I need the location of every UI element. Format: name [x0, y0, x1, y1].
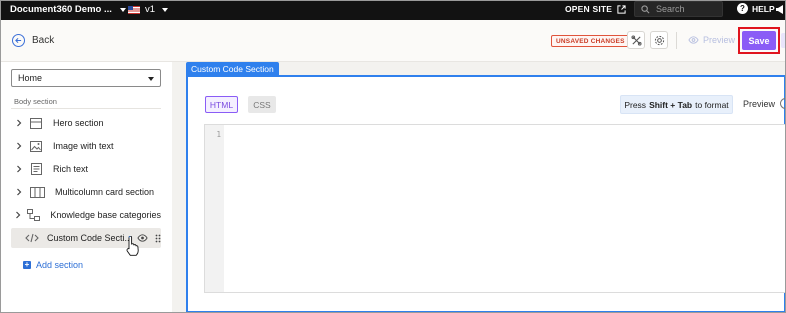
layout-rows-icon [29, 117, 43, 129]
drag-dots-icon [155, 234, 161, 242]
version-switcher[interactable]: v1 [128, 4, 169, 15]
more-options-button[interactable] [781, 33, 786, 48]
preview-toggle-label: Preview [743, 98, 776, 109]
editor-header: Back UNSAVED CHANGES Preview [0, 20, 786, 62]
tools-icon [630, 34, 642, 46]
section-divider [11, 108, 161, 109]
settings-button[interactable] [650, 31, 668, 49]
us-flag-icon [128, 5, 140, 14]
chevron-right-icon[interactable] [13, 119, 25, 127]
sidebar-item-label: Rich text [53, 164, 89, 174]
columns-icon [29, 186, 45, 198]
sidebar-item-rich-text[interactable]: Rich text [11, 159, 161, 179]
chevron-right-icon[interactable] [13, 165, 25, 173]
chevron-down-icon [162, 7, 169, 12]
save-button[interactable]: Save [742, 31, 776, 50]
sidebar-item-image-with-text[interactable]: Image with text [11, 136, 161, 156]
chevron-right-icon[interactable] [13, 211, 23, 219]
chevron-right-icon[interactable] [13, 142, 25, 150]
version-label: v1 [145, 4, 156, 15]
sidebar-item-label: Knowledge base categories [50, 210, 161, 220]
tab-html[interactable]: HTML [205, 96, 238, 113]
external-link-icon [617, 4, 626, 14]
arrow-left-icon [12, 34, 25, 47]
tools-button[interactable] [627, 31, 645, 49]
tab-css[interactable]: CSS [248, 96, 276, 113]
eye-icon [688, 36, 699, 44]
chevron-down-icon [119, 7, 126, 12]
megaphone-icon[interactable] [775, 4, 785, 15]
format-hint-keys: Shift + Tab [649, 99, 693, 110]
page-select-value: Home [18, 73, 43, 83]
format-hint-suffix: to format [695, 99, 729, 110]
plus-icon: + [23, 260, 31, 269]
chevron-down-icon [148, 77, 154, 81]
line-gutter: 1 [205, 125, 224, 292]
help-icon: ? [737, 3, 748, 14]
chevron-right-icon[interactable] [13, 188, 25, 196]
sidebar-item-hero-section[interactable]: Hero section [11, 113, 161, 133]
image-icon [29, 140, 43, 152]
sidebar-item-label: Image with text [53, 141, 114, 151]
hand-pointer-icon [126, 236, 139, 256]
search-input[interactable]: Search [634, 1, 723, 17]
search-icon [641, 4, 650, 13]
preview-button[interactable]: Preview [688, 35, 735, 45]
open-site-link[interactable]: OPEN SITE [565, 4, 626, 14]
sidebar-item-multicolumn-card-section[interactable]: Multicolumn card section [11, 182, 161, 202]
hierarchy-icon [27, 209, 41, 221]
code-editor[interactable]: 1 [204, 124, 786, 293]
format-hint-prefix: Press [624, 99, 647, 110]
add-section-label: Add section [36, 260, 84, 270]
preview-label: Preview [703, 35, 736, 45]
sidebar-item-label: Custom Code Secti... [47, 233, 133, 243]
sidebar-item-label: Hero section [53, 118, 104, 128]
body-section-label: Body section [14, 97, 57, 106]
panel-title-tab: Custom Code Section [186, 62, 279, 76]
help-label: HELP [752, 3, 775, 14]
preview-toggle[interactable]: Preview [743, 98, 786, 109]
page-select[interactable]: Home [11, 69, 161, 87]
back-label: Back [32, 35, 55, 46]
gear-icon [654, 35, 664, 45]
project-name: Document360 Demo ... [10, 4, 112, 15]
toggle-switch[interactable] [780, 98, 786, 109]
project-switcher[interactable]: Document360 Demo ... [10, 4, 126, 15]
add-section-button[interactable]: + Add section [23, 260, 83, 270]
sidebar-item-knowledge-base-categories[interactable]: Knowledge base categories [11, 205, 161, 225]
header-divider [676, 32, 677, 49]
back-button[interactable]: Back [12, 34, 54, 47]
line-number: 1 [216, 130, 221, 139]
unsaved-changes-badge: UNSAVED CHANGES [551, 35, 630, 47]
sidebar-item-label: Multicolumn card section [55, 187, 155, 197]
search-placeholder: Search [656, 4, 685, 14]
open-site-label: OPEN SITE [565, 4, 613, 14]
drag-handle[interactable] [155, 234, 161, 243]
code-icon [25, 232, 39, 244]
document-icon [29, 163, 43, 175]
help-button[interactable]: ? HELP [737, 3, 775, 14]
top-navigation-bar: Document360 Demo ... v1 OPEN SITE Search… [0, 0, 786, 20]
format-hint: Press Shift + Tab to format [620, 95, 733, 114]
